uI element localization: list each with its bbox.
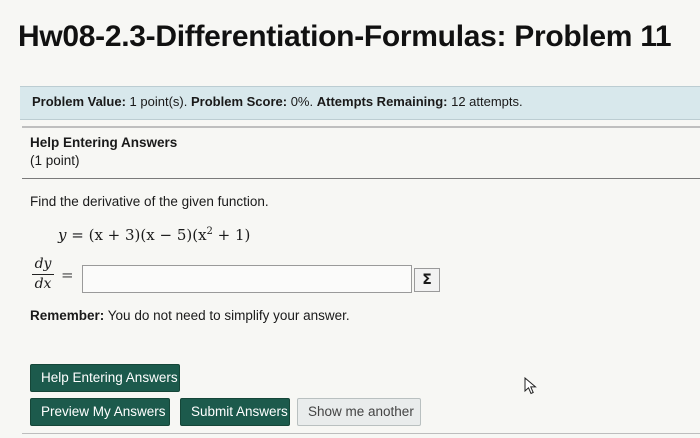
sigma-icon: Σ bbox=[422, 272, 432, 288]
derivative-denominator: dx bbox=[34, 276, 52, 292]
page-title: Hw08-2.3-Differentiation-Formulas: Probl… bbox=[18, 20, 672, 53]
remember-label: Remember: bbox=[30, 308, 105, 323]
equation-editor-button[interactable]: Σ bbox=[414, 268, 440, 292]
function-equation: y = (x + 3)(x − 5)(x2 + 1) bbox=[58, 226, 250, 244]
problem-points: (1 point) bbox=[30, 153, 80, 168]
help-entering-answers-button[interactable]: Help Entering Answers bbox=[30, 364, 180, 392]
submit-answers-button[interactable]: Submit Answers bbox=[180, 398, 290, 426]
page: Hw08-2.3-Differentiation-Formulas: Probl… bbox=[0, 0, 700, 438]
problem-score-label: Problem Score: bbox=[190, 94, 288, 109]
divider bbox=[22, 126, 700, 128]
attempts-remaining: 12 attempts. bbox=[451, 94, 523, 109]
problem-info-bar: Problem Value: 1 point(s). Problem Score… bbox=[20, 86, 700, 120]
derivative-fraction: dy dx bbox=[32, 256, 54, 293]
preview-answers-button[interactable]: Preview My Answers bbox=[30, 398, 170, 426]
divider bbox=[22, 433, 700, 434]
equation-factors: (x + 3)(x − 5)(x bbox=[88, 226, 207, 244]
problem-value: 1 point(s). bbox=[129, 94, 188, 109]
remember-text: You do not need to simplify your answer. bbox=[104, 308, 350, 323]
problem-score: 0%. bbox=[290, 94, 314, 109]
remember-note: Remember: You do not need to simplify yo… bbox=[30, 308, 350, 323]
show-another-button[interactable]: Show me another bbox=[297, 398, 421, 426]
answer-input[interactable] bbox=[82, 265, 412, 293]
equation-equals: = bbox=[66, 226, 89, 244]
help-heading: Help Entering Answers bbox=[30, 135, 178, 150]
derivative-numerator: dy bbox=[34, 256, 52, 272]
problem-prompt: Find the derivative of the given functio… bbox=[30, 194, 269, 209]
equation-tail: + 1) bbox=[212, 226, 251, 244]
attempts-remaining-label: Attempts Remaining: bbox=[316, 94, 448, 109]
problem-value-label: Problem Value: bbox=[32, 94, 126, 109]
answer-equals-sign: = bbox=[61, 266, 74, 284]
mouse-pointer-icon bbox=[524, 377, 537, 395]
divider bbox=[22, 178, 700, 179]
fraction-bar bbox=[32, 274, 54, 275]
